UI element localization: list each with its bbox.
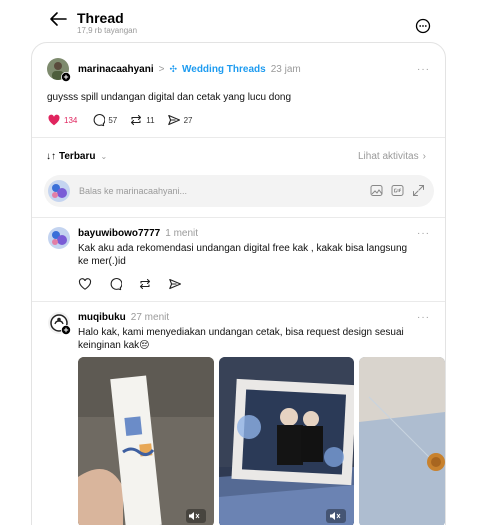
chevron-down-icon: ⌄ <box>100 152 108 161</box>
divider <box>32 217 445 218</box>
post-time: 23 jam <box>270 64 301 75</box>
divider <box>32 301 445 302</box>
repost-icon[interactable] <box>129 113 143 127</box>
image-icon[interactable] <box>370 184 383 197</box>
comment-more-icon[interactable]: ··· <box>417 312 430 323</box>
breadcrumb-separator: > <box>158 64 165 75</box>
more-options-icon[interactable] <box>415 18 431 34</box>
comment-time: 1 menit <box>165 228 199 239</box>
reply-input[interactable]: Balas ke marinacaahyani... <box>79 186 187 196</box>
post-more-icon[interactable]: ··· <box>417 64 430 75</box>
repost-count: 11 <box>146 115 155 125</box>
back-arrow-icon[interactable] <box>48 10 68 28</box>
comment-time: 27 menit <box>130 312 170 323</box>
comment-actions <box>78 277 182 291</box>
my-avatar <box>48 180 70 202</box>
comment-text-line: Halo kak, kami menyediakan undangan ceta… <box>78 327 404 338</box>
expand-icon[interactable] <box>412 184 425 197</box>
divider <box>32 137 445 138</box>
follow-plus-icon[interactable] <box>61 72 71 82</box>
like-count: 134 <box>64 115 78 125</box>
chevron-right-icon: › <box>422 151 426 162</box>
share-icon[interactable] <box>167 113 181 127</box>
view-count: 17,9 rb tayangan <box>77 26 138 35</box>
share-icon[interactable] <box>168 277 182 291</box>
attached-photo[interactable] <box>219 357 354 525</box>
gif-icon[interactable] <box>391 184 404 197</box>
page-title: Thread <box>77 10 124 26</box>
sort-dropdown[interactable]: ↓↑ Terbaru ⌄ <box>46 151 107 162</box>
attached-photo[interactable] <box>78 357 214 525</box>
comment-header: muqibuku 27 menit <box>78 312 169 323</box>
reply-tools <box>370 184 425 197</box>
commenter-avatar[interactable] <box>48 227 70 249</box>
comment-username[interactable]: bayuwibowo7777 <box>78 228 160 239</box>
post-text: guysss spill undangan digital dan cetak … <box>47 92 292 103</box>
comment-count: 57 <box>108 115 118 125</box>
post-actions: 134 57 11 27 <box>47 113 192 127</box>
activity-link[interactable]: Lihat aktivitas › <box>358 151 426 162</box>
comment-text-line: ke mer(.)id <box>78 256 126 267</box>
sort-label: Terbaru <box>59 151 96 162</box>
community-link[interactable]: Wedding Threads <box>182 64 266 75</box>
attached-photo[interactable] <box>359 357 445 525</box>
follow-plus-icon[interactable] <box>61 325 71 335</box>
comment-icon[interactable] <box>108 277 122 291</box>
comment-more-icon[interactable]: ··· <box>417 228 430 239</box>
mute-icon[interactable] <box>188 511 200 521</box>
activity-label: Lihat aktivitas <box>358 151 419 162</box>
community-icon: ✣ <box>169 64 177 74</box>
comment-text-line: Kak aku ada rekomendasi undangan digital… <box>78 243 408 254</box>
heart-icon[interactable] <box>78 277 92 291</box>
comment-icon[interactable] <box>91 113 106 127</box>
comment-header: bayuwibowo7777 1 menit <box>78 228 198 239</box>
comment-text-line: keinginan kak😔 <box>78 340 150 351</box>
mute-icon[interactable] <box>329 511 341 521</box>
like-heart-icon[interactable] <box>47 113 61 127</box>
sort-arrows-icon: ↓↑ <box>46 151 56 162</box>
repost-icon[interactable] <box>138 277 152 291</box>
post-header: marinacaahyani > ✣ Wedding Threads 23 ja… <box>78 64 301 75</box>
post-username[interactable]: marinacaahyani <box>78 64 154 75</box>
share-count: 27 <box>183 115 193 125</box>
comment-username[interactable]: muqibuku <box>78 312 126 323</box>
